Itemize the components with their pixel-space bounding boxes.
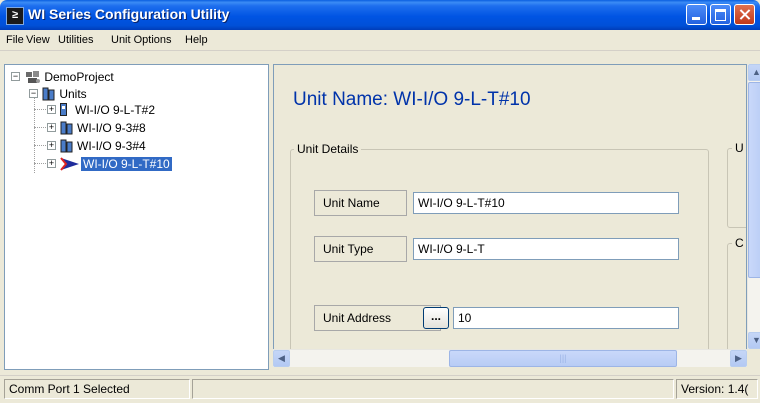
menu-file[interactable]: File	[6, 34, 24, 46]
side-group-2-title: C	[732, 236, 746, 250]
tree-root-node[interactable]: DemoProject	[25, 70, 114, 84]
units-folder-icon	[42, 87, 56, 101]
arrow-icon	[60, 157, 80, 174]
menu-bar: File View Utilities Unit Options Help	[0, 30, 760, 51]
menu-utilities[interactable]: Utilities	[58, 34, 93, 46]
tree-unit-label: WI-I/O 9-L-T#2	[75, 103, 156, 117]
expand-unit-toggle[interactable]: +	[47, 105, 56, 114]
tree-units-label: Units	[59, 87, 87, 101]
tree-unit-item[interactable]: WI-I/O 9-3#8	[60, 121, 146, 135]
unit-name-field[interactable]: WI-I/O 9-L-T#10	[413, 192, 679, 214]
expand-unit-toggle[interactable]: +	[47, 141, 56, 150]
app-icon[interactable]: ≥	[6, 7, 24, 25]
app-window: ≥ WI Series Configuration Utility File V…	[0, 0, 760, 403]
menu-view[interactable]: View	[26, 34, 50, 46]
expand-unit-toggle[interactable]: +	[47, 123, 56, 132]
tree-unit-label: WI-I/O 9-3#8	[77, 121, 146, 135]
expand-unit-toggle[interactable]: +	[47, 159, 56, 168]
menu-help[interactable]: Help	[185, 34, 208, 46]
menu-unit-options[interactable]: Unit Options	[111, 34, 172, 46]
scroll-corner	[747, 349, 760, 366]
unit-group-icon	[60, 121, 74, 138]
maximize-button[interactable]	[710, 4, 731, 25]
horizontal-scroll-thumb[interactable]: |||	[449, 350, 677, 367]
unit-address-label: Unit Address	[314, 305, 441, 331]
scroll-down-button[interactable]: ▼	[748, 332, 760, 349]
scroll-right-button[interactable]: ▶	[730, 350, 747, 367]
unit-name-label: Unit Name	[314, 190, 407, 216]
unit-type-field[interactable]: WI-I/O 9-L-T	[413, 238, 679, 260]
tree-connector	[34, 94, 35, 173]
collapse-root-toggle[interactable]: −	[11, 72, 20, 81]
unit-details-group: Unit Details Unit Name WI-I/O 9-L-T#10 U…	[290, 142, 709, 349]
collapse-units-toggle[interactable]: −	[29, 89, 38, 98]
side-group-1-title: U	[732, 141, 746, 155]
project-tree[interactable]: − DemoProject − Units + WI-I/O 9-L-T#2 +	[4, 64, 269, 370]
scroll-up-button[interactable]: ▲	[748, 64, 760, 81]
unit-detail-pane: Unit Name: WI-I/O 9-L-T#10 Unit Details …	[273, 64, 747, 349]
tree-unit-label: WI-I/O 9-3#4	[77, 139, 146, 153]
browse-address-button[interactable]: ...	[423, 307, 449, 329]
status-bar: Comm Port 1 Selected Version: 1.4(	[0, 375, 760, 403]
status-middle	[192, 379, 674, 399]
minimize-button[interactable]	[686, 4, 707, 25]
scroll-left-button[interactable]: ◀	[273, 350, 290, 367]
unit-heading: Unit Name: WI-I/O 9-L-T#10	[293, 89, 531, 110]
vertical-scrollbar[interactable]: ▲ ▼	[747, 64, 760, 349]
unit-address-field[interactable]: 10	[453, 307, 679, 329]
tree-units-node[interactable]: Units	[42, 87, 87, 101]
tree-unit-item[interactable]: WI-I/O 9-L-T#2	[60, 103, 155, 117]
status-comm-port: Comm Port 1 Selected	[4, 379, 190, 399]
side-group-1: U	[727, 141, 746, 228]
horizontal-scrollbar[interactable]: ◀ ||| ▶	[273, 349, 747, 367]
tree-root-label: DemoProject	[44, 70, 114, 84]
status-version: Version: 1.4(	[676, 379, 758, 399]
unit-details-title: Unit Details	[294, 142, 362, 156]
tree-unit-item-selected[interactable]: WI-I/O 9-L-T#10	[60, 157, 172, 171]
vertical-scroll-thumb[interactable]	[748, 82, 760, 278]
project-icon	[25, 70, 41, 84]
unit-icon	[60, 103, 67, 116]
tree-unit-label: WI-I/O 9-L-T#10	[81, 157, 172, 171]
unit-group-icon	[60, 139, 74, 156]
close-button[interactable]	[734, 4, 755, 25]
side-group-2: C	[727, 236, 746, 349]
unit-type-label: Unit Type	[314, 236, 407, 262]
window-title: WI Series Configuration Utility	[28, 6, 230, 22]
tree-unit-item[interactable]: WI-I/O 9-3#4	[60, 139, 146, 153]
title-bar[interactable]: ≥ WI Series Configuration Utility	[0, 0, 760, 30]
